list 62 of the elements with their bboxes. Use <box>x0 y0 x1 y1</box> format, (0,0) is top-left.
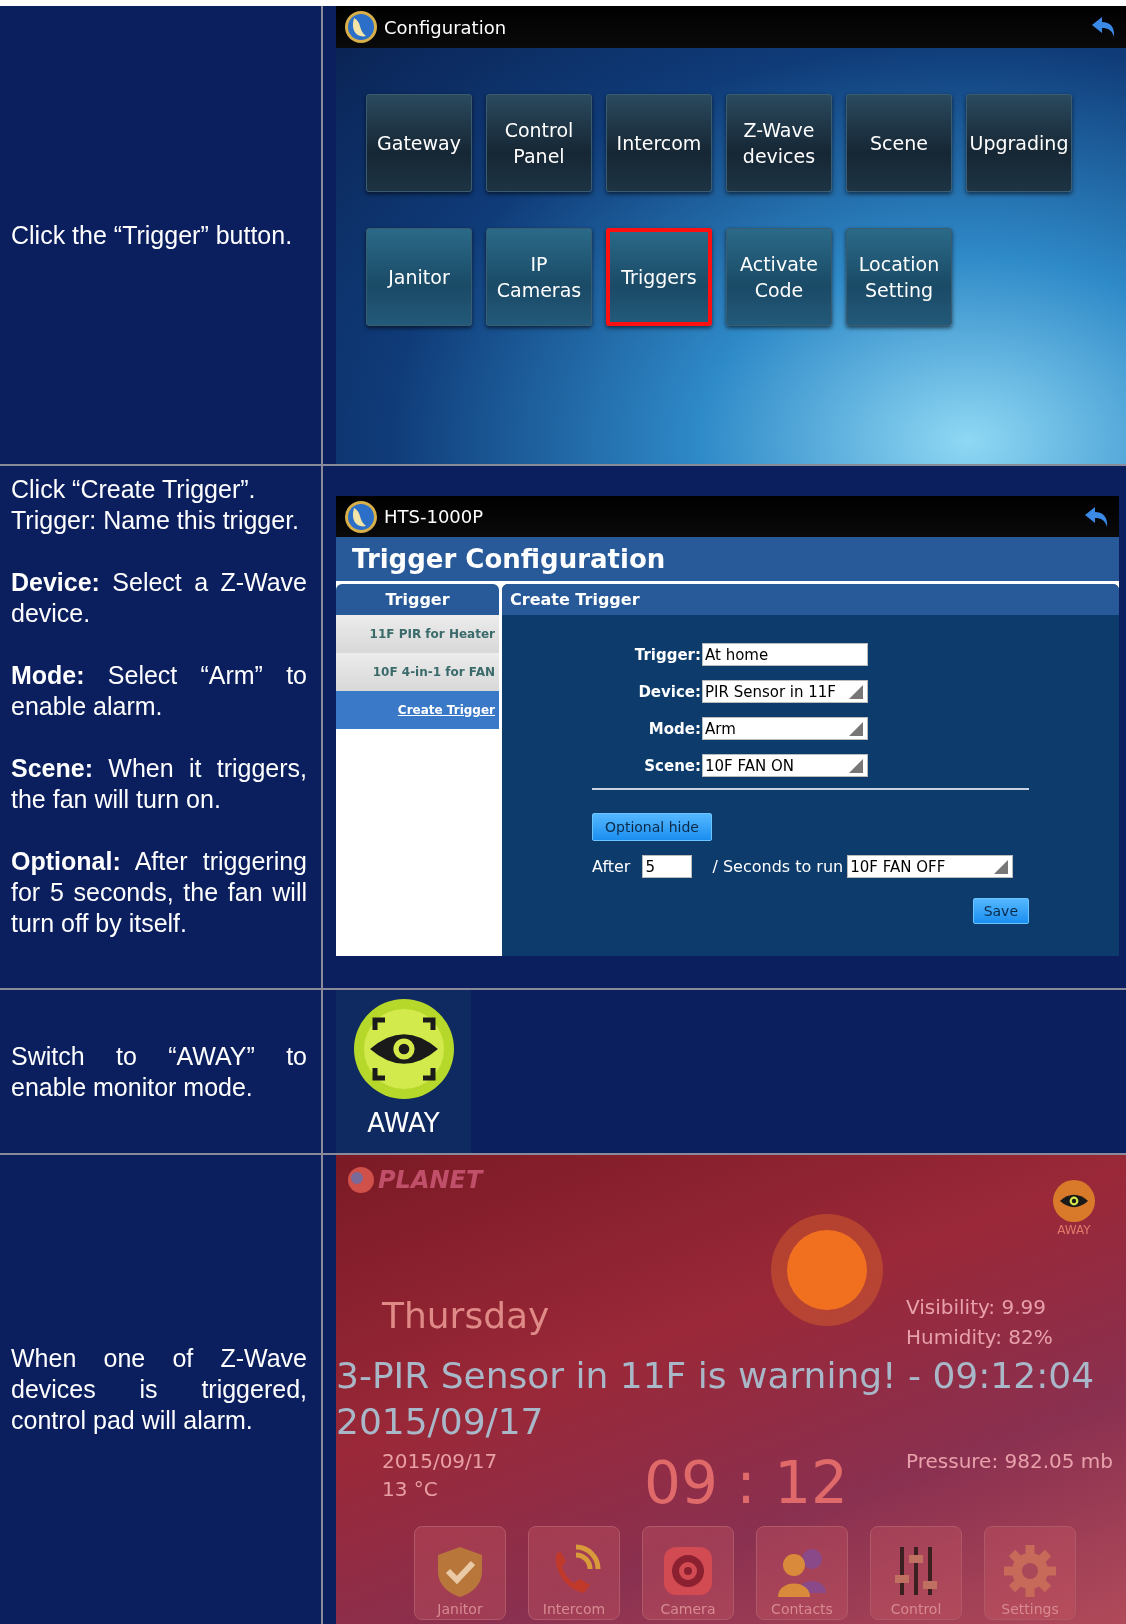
weather-reading: Pressure: 982.05 mb <box>906 1449 1114 1473</box>
field-label: Device: <box>637 682 702 701</box>
menu-tile[interactable]: IP Cameras <box>486 228 592 326</box>
instruction-text: When one of Z-Wave devices is triggered, control pad will alarm. <box>11 1343 307 1436</box>
menu-tile[interactable]: Activate Code <box>726 228 832 326</box>
date-label: 2015/09/17 <box>382 1449 499 1473</box>
dropdown[interactable]: 10F FAN OFF <box>847 855 1014 878</box>
input-field[interactable]: 5 <box>642 855 693 878</box>
dropdown-value: 10F FAN OFF <box>850 857 946 876</box>
dropdown[interactable]: Arm <box>702 717 868 740</box>
instruction-text: Click the “Trigger” button. <box>11 219 294 251</box>
dropdown-value: 10F FAN ON <box>705 756 794 775</box>
save-button[interactable]: Save <box>972 898 1029 924</box>
dropdown[interactable]: PIR Sensor in 11F <box>702 680 868 703</box>
menu-tile[interactable]: Control Panel <box>486 94 592 192</box>
after-label: After <box>592 857 631 876</box>
sidebar-item[interactable]: 10F 4-in-1 for FAN <box>336 653 499 691</box>
weather-reading: Visibility: 9.99 <box>906 1295 1047 1319</box>
alarm-message: 3-PIR Sensor in 11F is warning! - 09:12:04 <box>336 1354 1096 1398</box>
globe-logo-icon <box>344 10 378 44</box>
menu-tile[interactable]: Location Setting <box>846 228 952 326</box>
logo-icon <box>346 1165 376 1195</box>
globe-logo-icon <box>344 499 378 534</box>
logo-text: PLANET <box>378 1166 483 1194</box>
optional-hide-button[interactable]: Optional hide <box>592 813 712 841</box>
instruction-text: Device: Select a Z-Wave device. <box>11 567 307 629</box>
sidebar-item[interactable]: 11F PIR for Heater <box>336 615 499 653</box>
instruction-text: Scene: When it triggers, the fan will turn on. <box>11 753 307 815</box>
seconds-label: / Seconds to run <box>712 857 844 876</box>
alarm-message: 2015/09/17 <box>336 1400 545 1444</box>
away-label: AWAY <box>1057 1223 1091 1237</box>
dropdown[interactable]: 10F FAN ON <box>702 754 868 777</box>
menu-tile[interactable]: Janitor <box>366 228 472 326</box>
window-title: HTS-1000P <box>384 506 484 527</box>
sidebar-header: Trigger <box>336 584 499 615</box>
menu-tile[interactable]: Triggers <box>606 228 712 326</box>
instruction-text: Mode: Select “Arm” to enable alarm. <box>11 660 307 722</box>
window-title: Configuration <box>384 16 507 38</box>
instruction-text: Optional: After triggering for 5 seconds, the fan will turn off by itself. <box>11 846 307 939</box>
menu-tile[interactable]: Upgrading <box>966 94 1072 192</box>
instruction-text: Switch to “AWAY” to enable monitor mode. <box>11 1040 307 1103</box>
away-mode-button[interactable]: AWAY <box>336 990 471 1153</box>
menu-tile[interactable]: Scene <box>846 94 952 192</box>
day-label: Thursday <box>381 1295 551 1338</box>
clock-time: 09 : 12 <box>643 1449 849 1517</box>
away-label: AWAY <box>367 1108 440 1138</box>
eye-icon <box>1052 1179 1096 1223</box>
input-field[interactable]: At home <box>702 643 868 666</box>
sidebar-item[interactable]: Create Trigger <box>336 691 499 729</box>
menu-tile[interactable]: Gateway <box>366 94 472 192</box>
menu-tile[interactable]: Intercom <box>606 94 712 192</box>
weather-reading: Humidity: 82% <box>906 1325 1054 1349</box>
instruction-text: Click “Create Trigger”. Trigger: Name this trigger. <box>11 474 301 536</box>
temperature-label: 13 °C <box>382 1477 439 1501</box>
menu-tile[interactable]: Z-Wave devices <box>726 94 832 192</box>
panel-header: Create Trigger <box>502 584 1119 615</box>
dropdown-value: Arm <box>705 719 736 738</box>
page-heading: Trigger Configuration <box>336 537 1119 584</box>
field-label: Trigger: <box>633 645 702 664</box>
field-label: Scene: <box>643 756 702 775</box>
field-label: Mode: <box>647 719 702 738</box>
dropdown-value: PIR Sensor in 11F <box>705 682 836 701</box>
